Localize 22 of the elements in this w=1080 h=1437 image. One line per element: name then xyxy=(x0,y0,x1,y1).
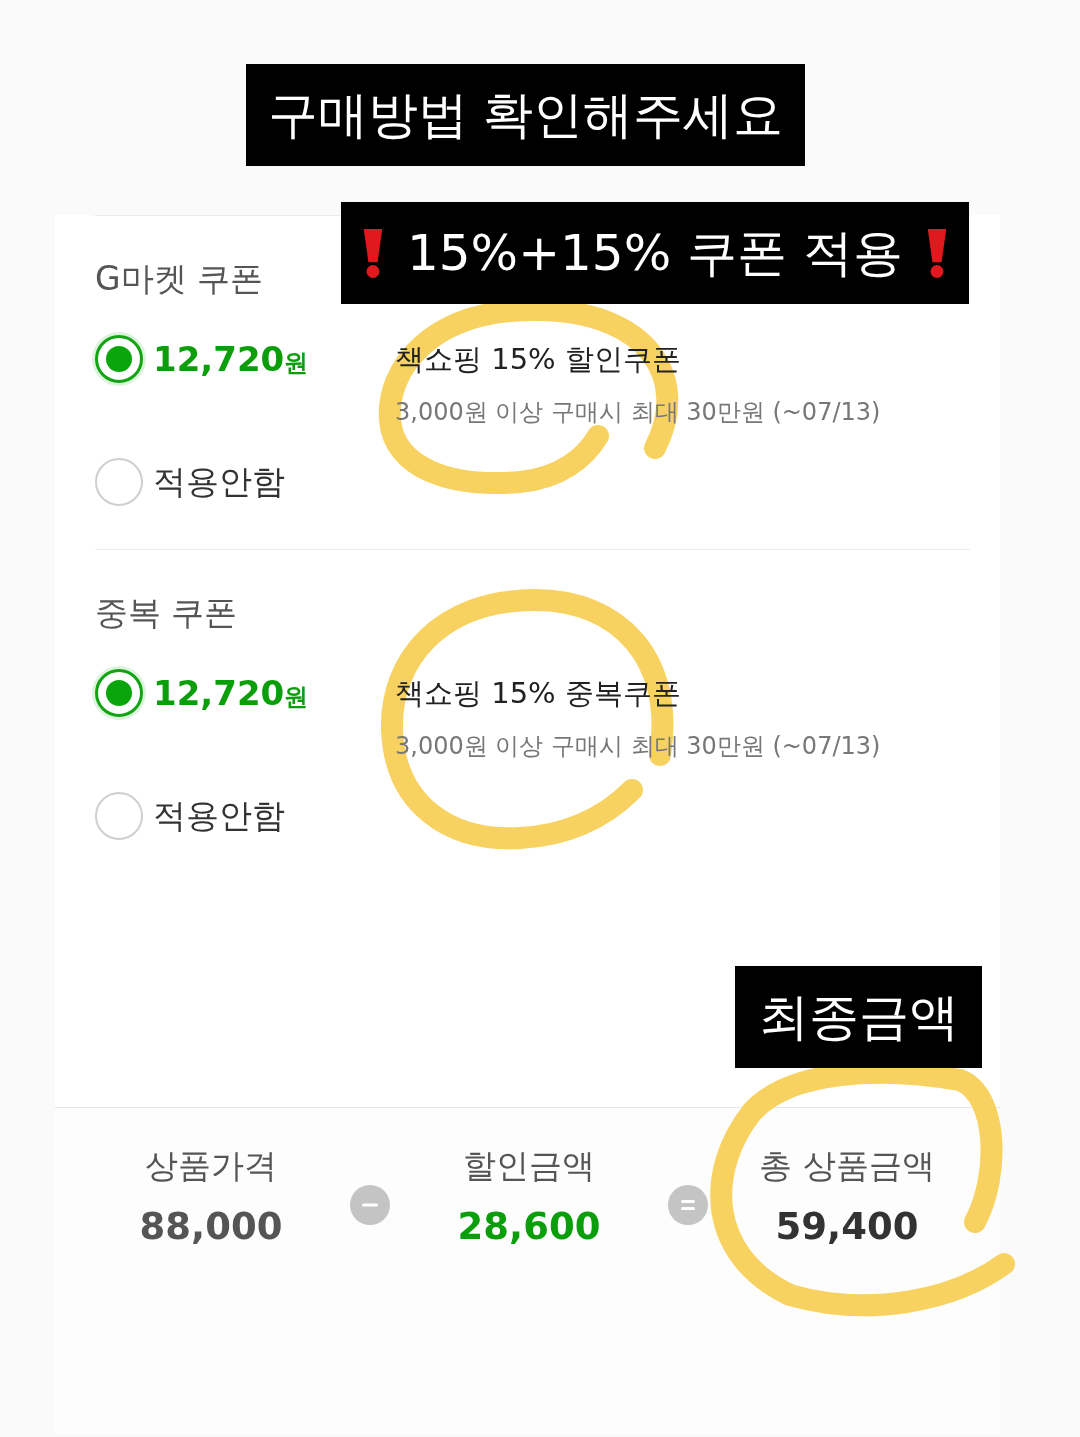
coupon-amount: 12,720원 xyxy=(153,339,309,379)
minus-icon xyxy=(350,1184,390,1225)
coupon-group-title: 중복 쿠폰 xyxy=(95,592,238,634)
summary-label: 할인금액 xyxy=(463,1145,595,1187)
title-banner: 구매방법 확인해주세요 xyxy=(246,64,805,166)
summary-amount: 59,400 xyxy=(775,1204,919,1250)
radio-button[interactable] xyxy=(95,458,143,506)
coupon-group-title: G마켓 쿠폰 xyxy=(95,258,264,300)
radio-button[interactable] xyxy=(95,792,143,840)
option-label: 적용안함 xyxy=(153,794,285,837)
exclamation-icon xyxy=(361,227,385,279)
option-label: 적용안함 xyxy=(153,460,285,503)
coupon-amount: 12,720원 xyxy=(153,673,309,713)
summary-label: 상품가격 xyxy=(145,1145,277,1187)
radio-button[interactable] xyxy=(95,669,143,717)
summary-label: 총 상품금액 xyxy=(759,1145,935,1187)
banner-text: 15%+15% 쿠폰 적용 xyxy=(407,222,903,284)
total-banner: 최종금액 xyxy=(735,966,982,1068)
summary-amount: 88,000 xyxy=(139,1204,283,1250)
radio-button[interactable] xyxy=(95,335,143,383)
equals-icon xyxy=(668,1184,708,1225)
summary-amount: 28,600 xyxy=(457,1204,601,1250)
